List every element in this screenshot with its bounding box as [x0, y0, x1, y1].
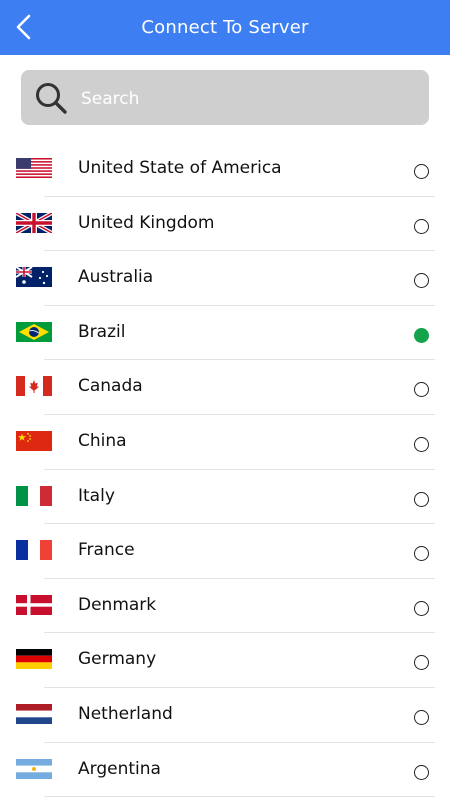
server-item-label: Canada — [78, 376, 143, 397]
search-input[interactable] — [79, 70, 413, 127]
radio-button[interactable] — [414, 655, 429, 671]
server-item-label: China — [78, 430, 127, 451]
search-bar[interactable] — [21, 70, 429, 127]
server-item-label: France — [78, 540, 135, 561]
server-list: United State of America United Kingdom Aus… — [0, 142, 450, 798]
radio-button[interactable] — [414, 764, 429, 780]
netherlands-flag-icon — [16, 703, 52, 724]
china-flag-icon — [16, 430, 52, 451]
radio-button[interactable] — [414, 164, 429, 179]
brazil-flag-icon — [16, 321, 52, 342]
server-item-usa[interactable]: United State of America — [0, 142, 450, 197]
server-item-label: Brazil — [78, 321, 126, 342]
server-item-label: Argentina — [78, 758, 161, 779]
server-item-label: Germany — [78, 649, 157, 670]
radio-button[interactable] — [414, 273, 429, 289]
server-item-netherland[interactable]: Netherland — [0, 688, 450, 743]
server-item-label: Australia — [78, 267, 154, 288]
page-title: Connect To Server — [141, 17, 309, 38]
server-item-label: Netherland — [78, 703, 173, 724]
radio-button[interactable] — [414, 546, 429, 562]
server-item-brazil[interactable]: Brazil — [0, 306, 450, 361]
australia-flag-icon — [15, 266, 52, 288]
server-item-france[interactable]: France — [0, 524, 450, 579]
app-bar: Connect To Server — [0, 0, 450, 55]
uk-flag-icon — [15, 210, 53, 235]
radio-button[interactable] — [414, 491, 429, 507]
server-item-label: Denmark — [78, 594, 157, 615]
server-item-uk[interactable]: United Kingdom — [0, 197, 450, 252]
server-item-italy[interactable]: Italy — [0, 470, 450, 525]
server-item-argentina[interactable]: Argentina — [0, 743, 450, 798]
server-item-label: United State of America — [78, 158, 282, 178]
server-item-canada[interactable]: Canada — [0, 360, 450, 415]
usa-flag-icon — [16, 158, 52, 178]
search-icon — [36, 83, 67, 114]
germany-flag-icon — [16, 649, 52, 670]
server-item-germany[interactable]: Germany — [0, 633, 450, 688]
radio-button[interactable] — [414, 218, 429, 234]
radio-button[interactable] — [414, 436, 429, 452]
radio-selected-icon[interactable] — [414, 327, 429, 343]
radio-button[interactable] — [414, 382, 429, 398]
italy-flag-icon — [16, 485, 52, 506]
france-flag-icon — [16, 540, 52, 561]
server-item-australia[interactable]: Australia — [0, 251, 450, 306]
radio-button[interactable] — [414, 709, 429, 725]
canada-flag-icon — [16, 376, 52, 397]
server-item-denmark[interactable]: Denmark — [0, 579, 450, 634]
server-item-label: United Kingdom — [78, 212, 215, 233]
server-item-label: Italy — [78, 485, 115, 506]
server-item-china[interactable]: China — [0, 415, 450, 470]
radio-button[interactable] — [414, 600, 429, 616]
argentina-flag-icon — [16, 758, 52, 779]
denmark-flag-icon — [16, 594, 52, 615]
divider — [44, 796, 435, 798]
